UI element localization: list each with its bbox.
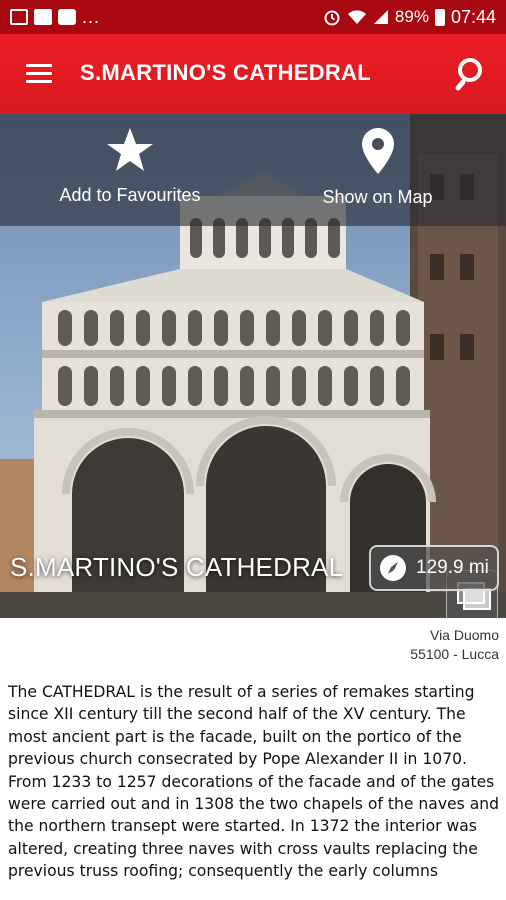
app-bar: S.MARTINO'S CATHEDRAL — [0, 34, 506, 114]
battery-percentage: 89% — [394, 7, 429, 26]
gallery-notification-icon — [34, 9, 52, 25]
hero-title: S.MARTINO'S CATHEDRAL — [10, 552, 344, 582]
description-text: The CATHEDRAL is the result of a series … — [8, 683, 500, 881]
star-icon — [107, 128, 153, 171]
status-bar: ... 89% 07:44 — [0, 0, 506, 34]
wifi-icon — [347, 10, 366, 24]
hero-actions-bar: Add to Favourites Show on Map — [0, 114, 506, 226]
search-icon[interactable] — [455, 56, 491, 92]
more-notifications: ... — [82, 7, 101, 27]
page-title: S.MARTINO'S CATHEDRAL — [80, 60, 371, 85]
distance-value: 129.9 mi — [416, 557, 489, 578]
cathedral-photo: Add to Favourites Show on Map S.MARTINO'… — [0, 114, 506, 618]
address-street: Via Duomo — [429, 627, 499, 643]
notification-square-icon — [10, 9, 28, 25]
notification-icons: ... — [10, 7, 101, 27]
add-to-favourites-button[interactable]: Add to Favourites — [50, 126, 210, 206]
clock: 07:44 — [450, 6, 496, 27]
add-to-favourites-label: Add to Favourites — [59, 185, 201, 205]
menu-icon[interactable] — [26, 64, 54, 84]
show-on-map-label: Show on Map — [322, 187, 433, 207]
signal-icon — [373, 10, 388, 24]
distance-badge[interactable]: 129.9 mi — [369, 545, 499, 591]
show-on-map-button[interactable]: Show on Map — [310, 126, 445, 208]
system-icons: 89% 07:44 — [323, 7, 496, 28]
alarm-icon — [324, 10, 340, 26]
address-city: 55100 - Lucca — [410, 646, 499, 662]
address: Via Duomo 55100 - Lucca — [410, 626, 499, 664]
compass-icon — [380, 555, 406, 581]
battery-icon — [434, 8, 445, 26]
map-pin-icon — [361, 128, 394, 174]
message-notification-icon — [58, 9, 76, 25]
